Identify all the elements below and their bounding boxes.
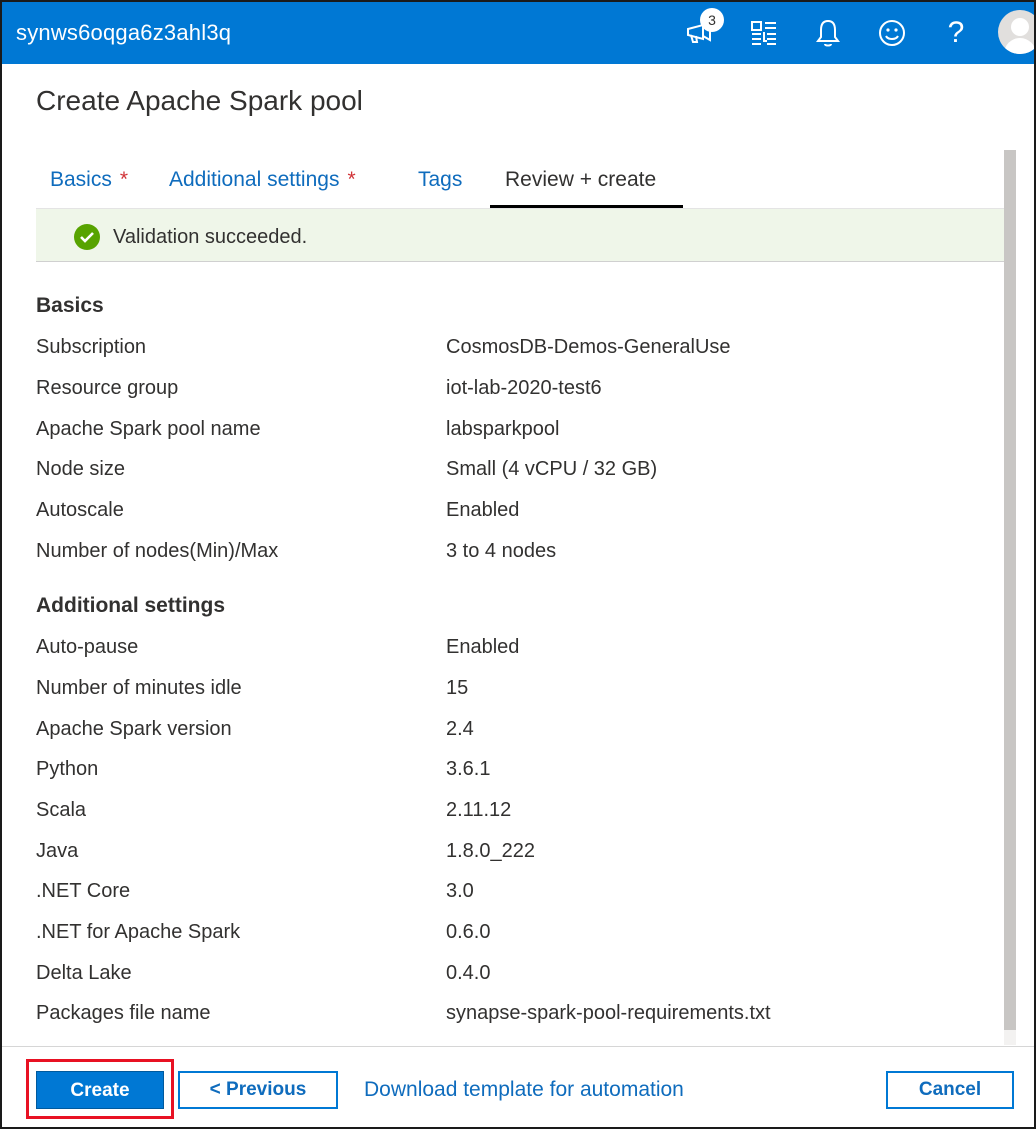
row-label: .NET Core [36,880,131,902]
row-value: CosmosDB-Demos-GeneralUse [446,336,731,358]
bell-icon [816,19,840,47]
avatar-head [1011,18,1029,36]
required-marker: * [347,168,356,191]
tab-review-create-label: Review + create [505,168,657,191]
tab-basics[interactable]: Basics * [50,168,128,208]
row-label: Resource group [36,377,179,399]
question-mark-icon: ? [947,16,965,49]
row-label: Subscription [36,336,147,358]
row-label: Auto-pause [36,636,139,658]
tab-tags[interactable]: Tags [418,168,462,208]
validation-banner: Validation succeeded. [36,208,1004,262]
row-label: Python [36,758,99,780]
row-label: .NET for Apache Spark [36,921,241,943]
required-marker: * [119,168,129,191]
row-value: 3 to 4 nodes [446,540,557,562]
row-label: Java [36,840,79,862]
scrollbar-thumb[interactable] [1004,150,1016,1030]
smiley-icon [879,20,905,46]
row-value: Small (4 vCPU / 32 GB) [446,458,658,480]
row-value: labsparkpool [446,418,560,440]
tab-additional-settings[interactable]: Additional settings * [169,168,356,208]
validation-message: Validation succeeded. [113,226,308,248]
top-bar: synws6oqga6z3ahl3q 3 ? [2,2,1034,64]
section-title-additional-settings: Additional settings [36,594,225,617]
alerts-button[interactable] [810,14,846,52]
previous-button[interactable]: < Previous [178,1071,338,1109]
row-value: synapse-spark-pool-requirements.txt [446,1002,771,1024]
row-label: Number of nodes(Min)/Max [36,540,279,562]
row-label: Number of minutes idle [36,677,242,699]
row-label: Apache Spark pool name [36,418,261,440]
row-value: 15 [446,677,469,699]
feedback-button[interactable] [874,14,910,52]
row-value: iot-lab-2020-test6 [446,377,602,399]
avatar-body [1004,38,1034,54]
row-value: 1.8.0_222 [446,840,535,862]
cancel-button[interactable]: Cancel [886,1071,1014,1109]
row-label: Packages file name [36,1002,211,1024]
row-value: 3.6.1 [446,758,491,780]
success-check-icon [74,224,100,250]
row-label: Apache Spark version [36,718,232,740]
avatar[interactable] [998,10,1034,54]
directories-button[interactable] [746,14,782,52]
row-value: 0.4.0 [446,962,491,984]
row-value: 3.0 [446,880,474,902]
row-value: 2.11.12 [446,799,512,821]
row-value: 0.6.0 [446,921,491,943]
section-title-basics: Basics [36,294,104,317]
tab-basics-label: Basics [50,168,112,191]
page-title: Create Apache Spark pool [36,85,363,116]
row-value: Enabled [446,636,520,658]
help-button[interactable]: ? [938,14,974,52]
create-button[interactable]: Create [36,1071,164,1109]
row-label: Scala [36,799,87,821]
notification-count-badge: 3 [700,8,724,32]
row-value: 2.4 [446,718,474,740]
row-value: Enabled [446,499,520,521]
window-frame: synws6oqga6z3ahl3q 3 ? Create Apache Spa… [0,0,1036,1129]
row-label: Delta Lake [36,962,132,984]
row-label: Node size [36,458,125,480]
download-template-link[interactable]: Download template for automation [364,1078,684,1102]
tab-tags-label: Tags [418,168,463,191]
tab-additional-settings-label: Additional settings [169,168,340,191]
tab-review-create[interactable]: Review + create [490,168,683,208]
directories-icon [751,21,776,45]
row-label: Autoscale [36,499,124,521]
workspace-name[interactable]: synws6oqga6z3ahl3q [16,20,231,46]
